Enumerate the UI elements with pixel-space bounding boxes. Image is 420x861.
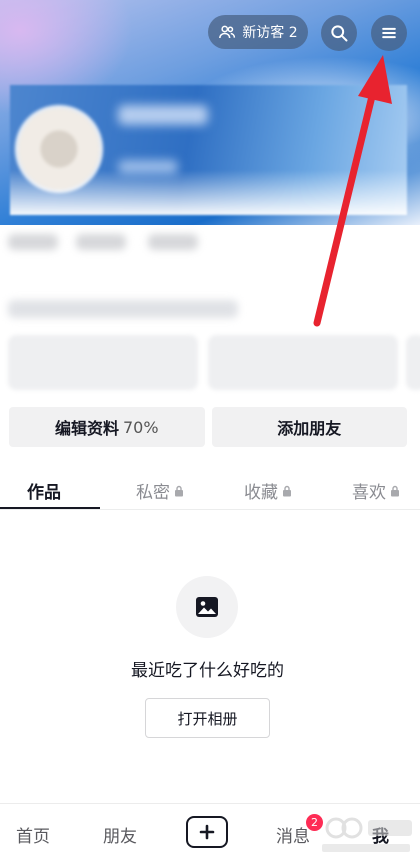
add-friend-button[interactable]: 添加朋友: [211, 407, 407, 447]
menu-button[interactable]: [371, 15, 407, 51]
lock-icon: [391, 485, 399, 496]
id-blurred: [118, 160, 178, 174]
tab-label: 喜欢: [352, 483, 386, 503]
profile-info-blurred: [0, 220, 420, 400]
search-button[interactable]: [321, 15, 357, 51]
menu-icon: [382, 27, 396, 39]
open-album-button[interactable]: 打开相册: [145, 698, 270, 738]
avatar[interactable]: [18, 108, 100, 190]
watermark-logo: [322, 817, 412, 852]
tab-works[interactable]: 作品: [27, 478, 61, 503]
tab-label: 作品: [27, 483, 61, 503]
empty-state-title: 最近吃了什么好吃的: [131, 661, 284, 681]
profile-actions: 编辑资料 70% 添加朋友: [9, 407, 407, 447]
edit-profile-label: 编辑资料: [54, 419, 119, 438]
new-visitors-label: 新访客 2: [242, 25, 298, 41]
nav-home[interactable]: 首页: [16, 822, 50, 847]
lock-icon: [175, 485, 183, 496]
tab-private[interactable]: 私密: [136, 478, 184, 503]
profile-completion: 70%: [122, 417, 159, 437]
plus-icon: [199, 824, 215, 840]
create-button[interactable]: [186, 816, 228, 848]
nickname-blurred: [118, 105, 208, 125]
content-tabs: 作品 私密 收藏 喜欢: [0, 470, 420, 510]
tab-likes[interactable]: 喜欢: [352, 478, 400, 503]
tab-favorites[interactable]: 收藏: [244, 478, 292, 503]
image-icon: [196, 597, 218, 617]
empty-state-icon: [176, 576, 238, 638]
tab-label: 私密: [136, 483, 170, 503]
active-tab-indicator: [0, 507, 100, 509]
lock-icon: [283, 485, 291, 496]
search-icon: [331, 25, 348, 42]
nav-messages[interactable]: 消息: [276, 822, 310, 847]
add-friend-label: 添加朋友: [277, 419, 342, 438]
nav-friends[interactable]: 朋友: [103, 822, 137, 847]
tab-label: 收藏: [244, 483, 278, 503]
new-visitors-button[interactable]: 新访客 2: [208, 15, 308, 49]
edit-profile-button[interactable]: 编辑资料 70%: [9, 407, 205, 447]
people-icon: [219, 25, 236, 39]
